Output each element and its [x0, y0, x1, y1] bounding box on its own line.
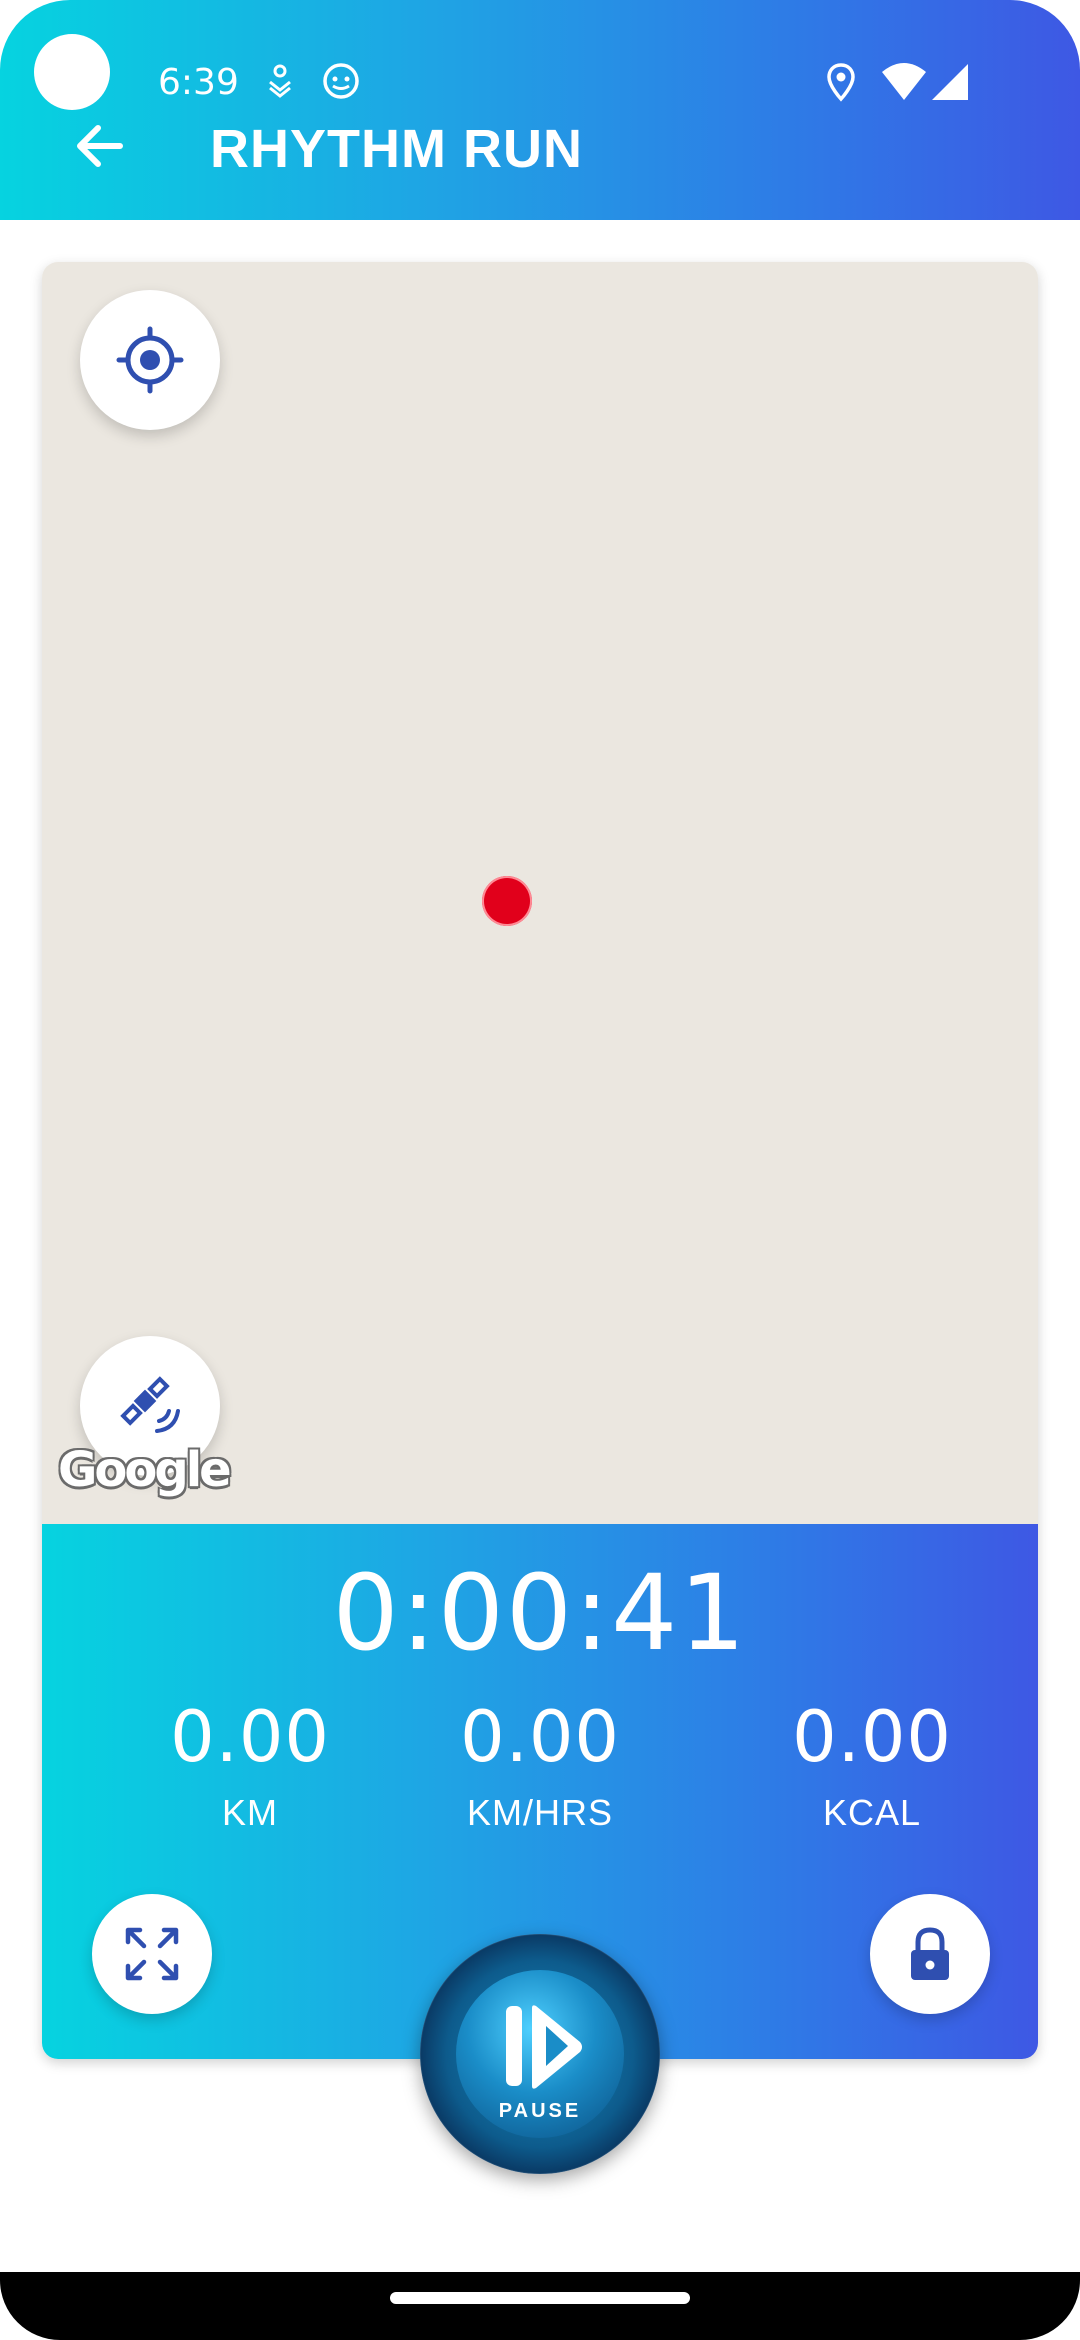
system-nav-bar	[0, 2272, 1080, 2340]
expand-icon	[125, 1927, 179, 1981]
app-notification-icon	[323, 63, 359, 99]
speed-unit: KM/HRS	[466, 1792, 613, 1833]
calories-metric: 0.00 KCAL	[722, 1696, 1022, 1834]
my-location-icon	[116, 326, 184, 394]
play-pause-icon	[506, 2005, 582, 2089]
camera-cutout	[34, 34, 110, 110]
pause-label: PAUSE	[498, 2100, 582, 2122]
speed-metric: 0.00 KM/HRS	[390, 1696, 690, 1834]
distance-value: 0.00	[170, 1696, 330, 1778]
wifi-icon	[882, 63, 926, 100]
map-view[interactable]: Google	[42, 262, 1038, 1524]
lock-screen-button[interactable]	[870, 1894, 990, 2014]
app-header: 6:39 RHYTHM RUN	[0, 0, 1080, 220]
expand-button[interactable]	[92, 1894, 212, 2014]
lock-icon	[911, 1927, 949, 1980]
satellite-icon	[120, 1376, 180, 1433]
arrow-left-icon	[77, 125, 123, 167]
current-position-marker	[482, 876, 532, 926]
home-handle[interactable]	[390, 2292, 690, 2304]
run-card: Google 0:00:41 0.00 KM 0.00 KM/HRS 0.00 …	[42, 262, 1038, 2059]
elapsed-time: 0:00:41	[332, 1552, 748, 1674]
distance-metric: 0.00 KM	[100, 1696, 400, 1834]
back-button[interactable]	[72, 118, 138, 174]
calories-unit: KCAL	[822, 1792, 922, 1833]
distance-unit: KM	[222, 1792, 278, 1833]
cell-signal-icon	[932, 64, 968, 100]
google-logo: Google	[58, 1442, 232, 1498]
status-time: 6:39	[158, 62, 239, 103]
notification-icon	[269, 64, 291, 98]
calories-value: 0.00	[792, 1696, 952, 1778]
speed-value: 0.00	[460, 1696, 620, 1778]
my-location-button[interactable]	[80, 290, 220, 430]
location-pin-icon	[827, 63, 855, 102]
pause-button[interactable]: PAUSE	[420, 1934, 660, 2174]
page-title: RHYTHM RUN	[210, 119, 583, 179]
